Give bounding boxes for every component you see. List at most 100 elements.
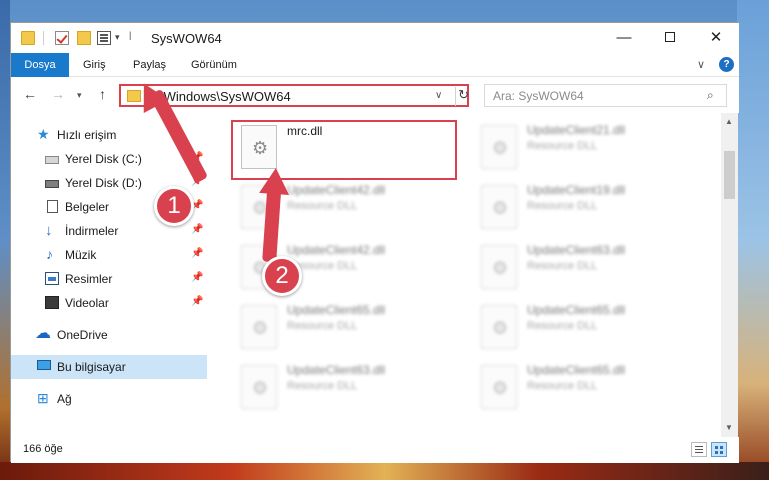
file-type: Resource DLL [527,200,598,212]
network-icon: ⊞ [37,390,49,406]
dll-file-icon: ⚙ [241,305,277,349]
sidebar-item-label: Müzik [65,248,97,262]
step-badge-1: 1 [154,186,194,226]
cloud-icon: ☁ [35,325,51,342]
pin-icon[interactable]: 📌 [191,296,203,307]
file-item[interactable]: ⚙ UpdateClient63.dll Resource DLL [237,361,457,417]
up-button[interactable]: ↑ [99,86,106,102]
details-view-button[interactable] [691,442,707,457]
status-bar: 166 öğe [11,437,739,463]
tab-home[interactable]: Giriş [83,53,106,77]
desktop-background-bottom [0,462,769,480]
scroll-thumb[interactable] [724,151,735,199]
file-item[interactable]: ⚙ UpdateClient65.dll Resource DLL [477,301,697,357]
file-type: Resource DLL [287,320,358,332]
sidebar-item-label: Resimler [65,272,113,286]
new-folder-icon[interactable] [77,31,91,45]
pictures-icon [45,272,59,285]
file-type: Resource DLL [287,380,358,392]
gear-icon: ⚙ [252,378,269,398]
file-name: UpdateClient19.dll [527,183,626,197]
scroll-up-icon[interactable]: ▲ [725,117,733,126]
window-title: SysWOW64 [151,31,222,46]
file-item[interactable]: ⚙ UpdateClient63.dll Resource DLL [477,241,697,297]
tab-file[interactable]: Dosya [11,53,69,77]
file-item[interactable]: ⚙ UpdateClient65.dll Resource DLL [477,361,697,417]
scroll-down-icon[interactable]: ▼ [725,423,733,432]
forward-button[interactable]: → [51,86,65,102]
back-button[interactable]: ← [23,86,37,102]
file-item[interactable]: ⚙ UpdateClient19.dll Resource DLL [477,181,697,237]
vertical-scrollbar[interactable]: ▲ ▼ [721,113,738,437]
sidebar-item-videos[interactable]: Videolar 📌 [11,291,207,315]
recent-locations-button[interactable]: ▾ [77,90,82,101]
explorer-window: ▾ | SysWOW64 — ✕ Dosya Giriş Paylaş Görü… [10,22,739,463]
customize-toolbar-icon[interactable] [97,31,111,45]
star-icon: ★ [37,126,50,142]
dll-file-icon: ⚙ [481,245,517,289]
sidebar-item-music[interactable]: ♪ Müzik 📌 [11,243,207,267]
dll-file-icon: ⚙ [481,305,517,349]
folder-icon [21,31,35,45]
dll-file-icon: ⚙ [241,365,277,409]
file-name: UpdateClient65.dll [527,363,626,377]
sidebar-item-label: İndirmeler [65,224,119,238]
separator-icon: | [129,30,132,40]
address-bar[interactable]: C:\Windows\SysWOW64 ∨ ↻ [119,84,469,107]
sidebar-item-pictures[interactable]: Resimler 📌 [11,267,207,291]
sidebar-item-label: Bu bilgisayar [57,360,126,374]
properties-check-icon[interactable] [55,31,69,45]
gear-icon: ⚙ [492,378,509,398]
dll-file-icon: ⚙ [481,185,517,229]
desktop-background-left [0,0,10,480]
tab-share[interactable]: Paylaş [133,53,166,77]
pin-icon[interactable]: 📌 [191,224,203,235]
file-item[interactable]: ⚙ UpdateClient21.dll Resource DLL [477,121,697,177]
title-bar: ▾ | SysWOW64 — ✕ [11,23,739,53]
search-icon[interactable]: ⌕ [707,88,714,103]
large-icons-view-button[interactable] [711,442,727,457]
tab-view[interactable]: Görünüm [191,53,237,77]
search-placeholder: Ara: SysWOW64 [493,89,584,103]
close-button[interactable]: ✕ [693,23,739,53]
file-type: Resource DLL [527,140,598,152]
sidebar-item-label: Videolar [65,296,109,310]
file-type: Resource DLL [527,380,598,392]
computer-icon [37,360,51,370]
chevron-down-icon[interactable]: ▾ [115,32,120,43]
drive-icon [45,180,59,188]
minimize-button[interactable]: — [601,23,647,53]
file-name: UpdateClient42.dll [287,183,386,197]
ribbon-tabs: Dosya Giriş Paylaş Görünüm ∨ ? [11,53,739,77]
search-input[interactable]: Ara: SysWOW64 ⌕ [484,84,727,107]
file-name: UpdateClient65.dll [287,303,386,317]
step-badge-2: 2 [262,256,302,296]
sidebar-item-label: Yerel Disk (D:) [65,176,142,190]
gear-icon: ⚙ [492,318,509,338]
video-icon [45,296,59,309]
drive-icon [45,156,59,164]
item-count: 166 öğe [23,443,63,455]
sidebar-item-label: Yerel Disk (C:) [65,152,142,166]
refresh-button[interactable]: ↻ [455,87,469,106]
chevron-down-icon[interactable]: ∨ [435,90,442,101]
maximize-button[interactable] [647,23,693,53]
file-type: Resource DLL [287,200,358,212]
dll-file-icon: ⚙ [481,125,517,169]
file-name: UpdateClient21.dll [527,123,626,137]
pin-icon[interactable]: 📌 [191,272,203,283]
sidebar-item-network[interactable]: ⊞ Ağ [11,387,207,411]
sidebar-item-onedrive[interactable]: ☁ OneDrive [11,323,207,347]
toolbar-separator [43,31,44,45]
sidebar-item-this-pc[interactable]: Bu bilgisayar [11,355,207,379]
pin-icon[interactable]: 📌 [191,248,203,259]
file-name: UpdateClient42.dll [287,243,386,257]
download-icon: ↓ [45,222,53,239]
help-icon[interactable]: ? [719,57,734,72]
expand-ribbon-icon[interactable]: ∨ [697,58,705,71]
sidebar-item-label: Hızlı erişim [57,128,117,142]
file-item[interactable]: ⚙ UpdateClient65.dll Resource DLL [237,301,457,357]
sidebar-item-label: Belgeler [65,200,110,214]
file-name: UpdateClient63.dll [287,363,386,377]
music-icon: ♪ [46,246,53,262]
